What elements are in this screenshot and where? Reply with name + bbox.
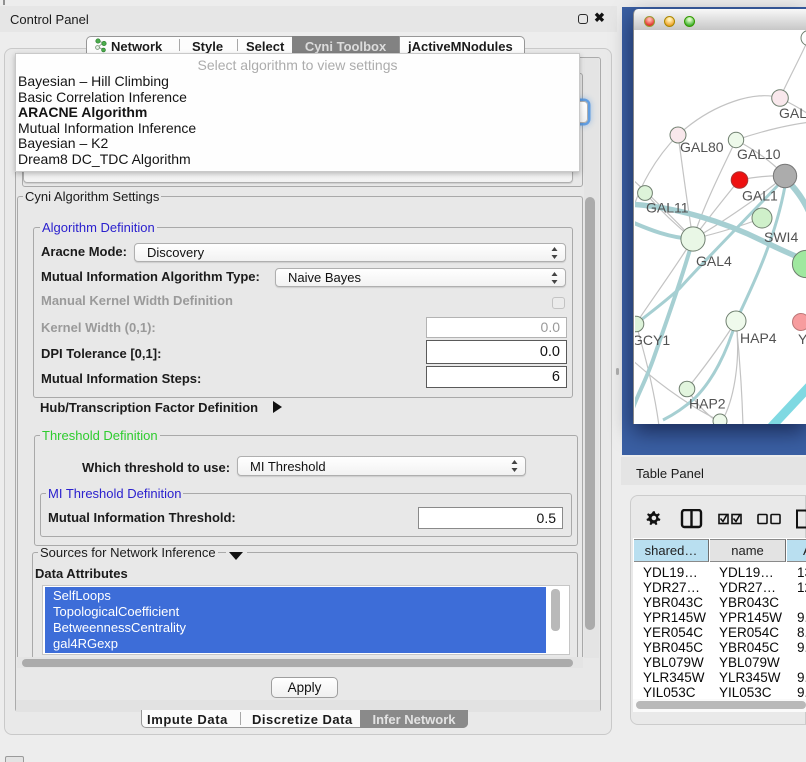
svg-text:SWI4: SWI4 <box>764 229 798 245</box>
svg-text:Y: Y <box>798 331 806 347</box>
svg-text:GAL4: GAL4 <box>696 253 732 269</box>
svg-text:GAL80: GAL80 <box>680 139 724 155</box>
svg-text:HAP4: HAP4 <box>740 330 777 346</box>
svg-text:GAL11: GAL11 <box>646 200 689 216</box>
svg-text:HAP2: HAP2 <box>689 396 726 412</box>
svg-text:GAL7: GAL7 <box>779 105 806 121</box>
svg-text:GAL1: GAL1 <box>742 188 778 204</box>
svg-text:GAL10: GAL10 <box>737 146 781 162</box>
svg-text:GCY1: GCY1 <box>635 332 670 348</box>
